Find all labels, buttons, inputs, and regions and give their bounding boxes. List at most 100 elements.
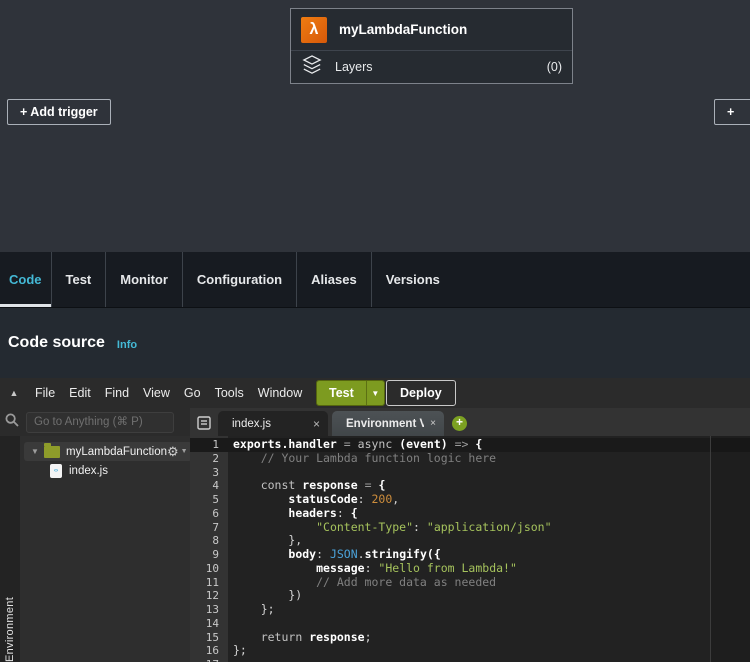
deploy-button[interactable]: Deploy — [386, 380, 456, 406]
folder-icon — [44, 446, 60, 458]
add-trigger-button[interactable]: + Add trigger — [7, 99, 111, 125]
code-line[interactable]: // Your Lambda function logic here — [228, 452, 750, 466]
menu-window[interactable]: Window — [251, 386, 309, 400]
function-card[interactable]: λ myLambdaFunction Layers (0) — [290, 8, 573, 84]
code-line[interactable]: // Add more data as needed — [228, 576, 750, 590]
code-line[interactable]: const response = { — [228, 479, 750, 493]
lambda-icon: λ — [301, 17, 327, 43]
layers-icon — [301, 55, 323, 80]
code-line[interactable]: "Content-Type": "application/json" — [228, 521, 750, 535]
gutter: 1234567891011121314151617 — [190, 436, 228, 662]
line-number: 7 — [190, 521, 228, 535]
menu-find[interactable]: Find — [98, 386, 136, 400]
line-number: 13 — [190, 603, 228, 617]
line-number: 10 — [190, 562, 228, 576]
menu-view[interactable]: View — [136, 386, 177, 400]
tab-aliases[interactable]: Aliases — [296, 252, 371, 307]
editor-tab-label: Environment Vari — [346, 418, 424, 430]
add-destination-button[interactable]: + — [714, 99, 750, 125]
line-number: 5 — [190, 493, 228, 507]
editor-tab-environment-variables[interactable]: Environment Vari × — [332, 411, 444, 436]
line-number: 14 — [190, 617, 228, 631]
tab-test[interactable]: Test — [51, 252, 106, 307]
ide-sidebar: Environment ▼ myLambdaFunction ⚙ ▼ ‹› in… — [0, 436, 190, 662]
menu-go[interactable]: Go — [177, 386, 208, 400]
test-dropdown-icon[interactable]: ▼ — [366, 381, 384, 405]
code-line[interactable]: statusCode: 200, — [228, 493, 750, 507]
line-number: 9 — [190, 548, 228, 562]
print-margin-ruler — [710, 436, 711, 662]
line-number: 17 — [190, 658, 228, 662]
ide-main-area: Environment ▼ myLambdaFunction ⚙ ▼ ‹› in… — [0, 436, 750, 662]
line-number: 12 — [190, 589, 228, 603]
tab-versions[interactable]: Versions — [371, 252, 454, 307]
goto-anything-input[interactable] — [26, 412, 174, 433]
code-line[interactable]: headers: { — [228, 507, 750, 521]
menu-tools[interactable]: Tools — [208, 386, 251, 400]
function-tabs: Code Test Monitor Configuration Aliases … — [0, 252, 750, 308]
folder-name: myLambdaFunction — [66, 446, 167, 458]
code-line[interactable]: exports.handler = async (event) => { — [228, 438, 750, 452]
tab-configuration[interactable]: Configuration — [182, 252, 296, 307]
line-number: 4 — [190, 479, 228, 493]
editor-tab-label: index.js — [232, 418, 307, 430]
tab-list-icon[interactable] — [196, 415, 212, 431]
close-icon[interactable]: × — [313, 417, 320, 431]
layers-count: (0) — [547, 60, 562, 74]
ide-menu-bar: ▲ File Edit Find View Go Tools Window Te… — [0, 378, 750, 408]
code-line[interactable]: }, — [228, 534, 750, 548]
info-link[interactable]: Info — [117, 339, 137, 351]
code-line[interactable]: message: "Hello from Lambda!" — [228, 562, 750, 576]
environment-label: Environment — [4, 440, 16, 662]
function-card-header[interactable]: λ myLambdaFunction — [291, 9, 572, 50]
function-designer: λ myLambdaFunction Layers (0) + Add trig… — [0, 0, 750, 252]
line-number: 1 — [190, 438, 228, 452]
code-line[interactable]: }; — [228, 603, 750, 617]
editor-tab-indexjs[interactable]: index.js × — [218, 411, 328, 436]
code-line[interactable]: }; — [228, 644, 750, 658]
line-number: 15 — [190, 631, 228, 645]
code-line[interactable] — [228, 658, 750, 662]
line-number: 16 — [190, 644, 228, 658]
line-number: 11 — [190, 576, 228, 590]
code-line[interactable]: }) — [228, 589, 750, 603]
file-tree: ▼ myLambdaFunction ⚙ ▼ ‹› index.js — [20, 436, 198, 662]
tab-code[interactable]: Code — [0, 252, 51, 307]
line-number: 2 — [190, 452, 228, 466]
search-icon — [5, 413, 19, 432]
environment-strip[interactable]: Environment — [0, 436, 20, 662]
tab-monitor[interactable]: Monitor — [105, 252, 182, 307]
js-file-icon: ‹› — [50, 464, 62, 478]
cloud9-ide: ▲ File Edit Find View Go Tools Window Te… — [0, 378, 750, 662]
code-source-header: Code source Info — [0, 308, 750, 378]
close-icon[interactable]: × — [430, 418, 436, 429]
tree-folder-row[interactable]: ▼ myLambdaFunction ⚙ ▼ — [24, 442, 192, 461]
gear-caret-icon[interactable]: ▼ — [181, 448, 188, 455]
tree-file-row[interactable]: ‹› index.js — [20, 461, 198, 480]
function-name: myLambdaFunction — [339, 22, 467, 37]
code-line[interactable]: body: JSON.stringify({ — [228, 548, 750, 562]
code-line[interactable] — [228, 466, 750, 480]
code-line[interactable] — [228, 617, 750, 631]
layers-row[interactable]: Layers (0) — [291, 50, 572, 83]
menu-edit[interactable]: Edit — [62, 386, 98, 400]
new-tab-button[interactable]: + — [452, 416, 467, 431]
file-name: index.js — [69, 465, 198, 477]
line-number: 3 — [190, 466, 228, 480]
folder-caret-icon[interactable]: ▼ — [28, 447, 42, 456]
menu-file[interactable]: File — [28, 386, 62, 400]
ide-second-row: index.js × Environment Vari × + — [0, 408, 750, 436]
test-split-button[interactable]: Test ▼ — [316, 380, 385, 406]
line-number: 6 — [190, 507, 228, 521]
goto-anything-row — [0, 408, 190, 436]
editor-tabstrip: index.js × Environment Vari × + — [190, 408, 750, 436]
code-lines[interactable]: exports.handler = async (event) => { // … — [228, 436, 750, 662]
code-editor[interactable]: 1234567891011121314151617 exports.handle… — [190, 436, 750, 662]
code-source-title: Code source — [8, 334, 105, 352]
test-button[interactable]: Test — [317, 381, 366, 405]
gear-icon[interactable]: ⚙ — [167, 444, 179, 460]
collapse-caret-icon[interactable]: ▲ — [0, 388, 28, 398]
code-line[interactable]: return response; — [228, 631, 750, 645]
layers-label: Layers — [335, 60, 535, 74]
line-number: 8 — [190, 534, 228, 548]
